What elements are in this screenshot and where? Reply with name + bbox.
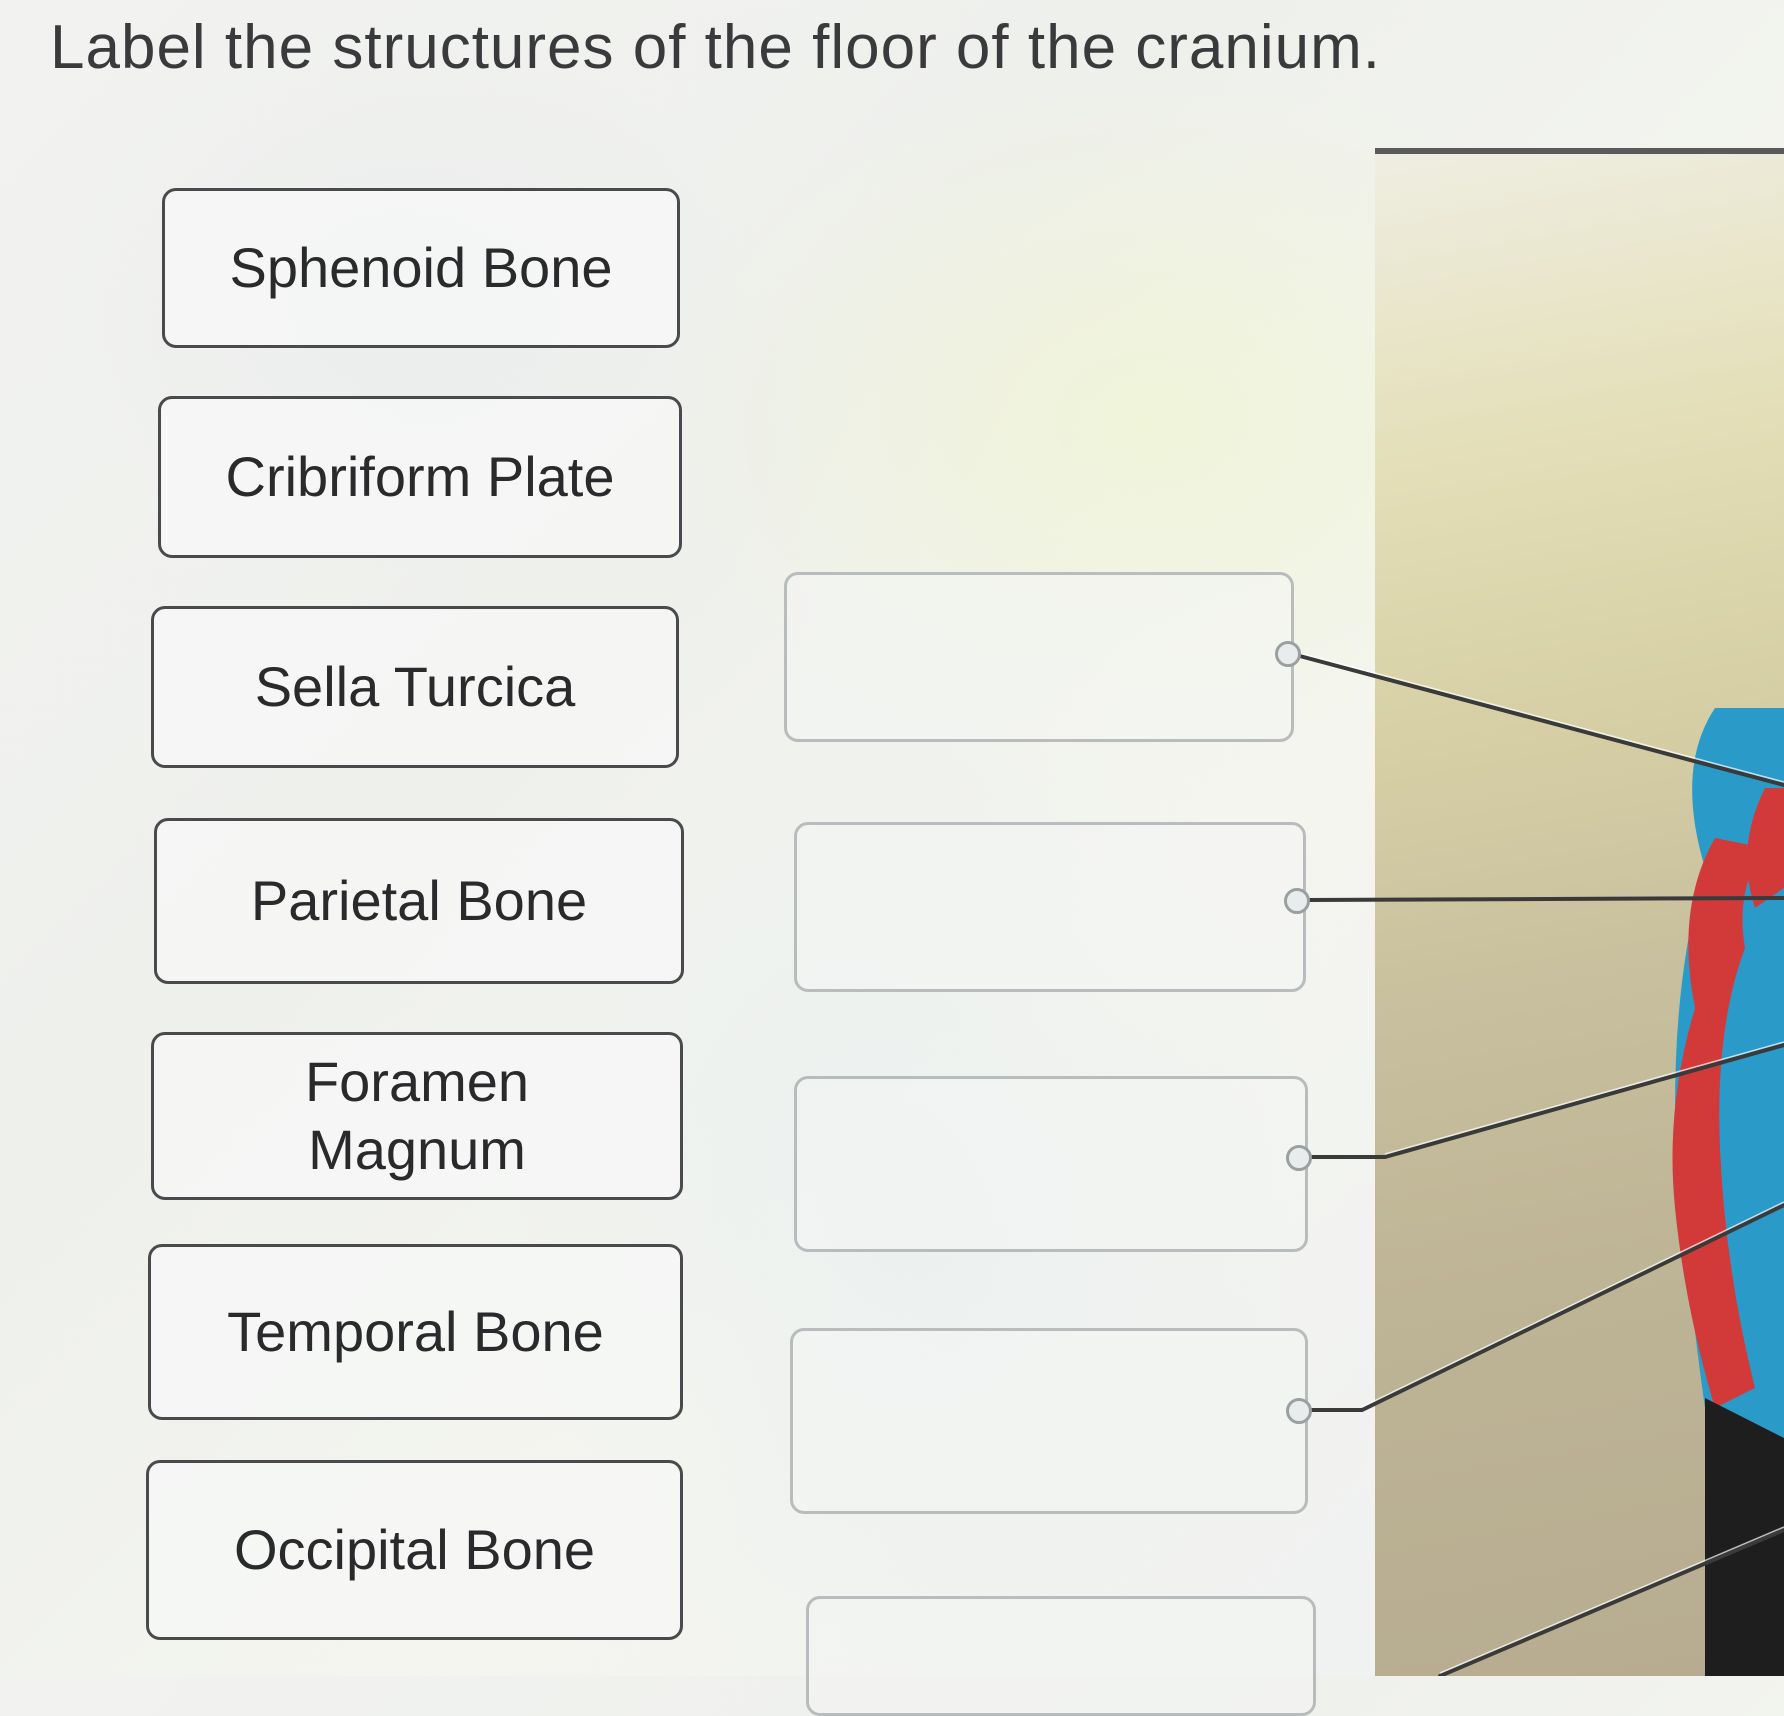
leader-line-5 <box>1438 1528 1784 1676</box>
drop-target-1-anchor <box>1275 641 1301 667</box>
drop-target-4-anchor <box>1286 1398 1312 1424</box>
leader-line-1 <box>1294 653 1784 787</box>
leader-lines <box>1294 651 1784 1676</box>
leader-line-2 <box>1304 896 1784 902</box>
drop-target-3-anchor <box>1286 1145 1312 1171</box>
leader-line-4 <box>1306 1203 1784 1412</box>
drop-target-2-anchor <box>1284 888 1310 914</box>
